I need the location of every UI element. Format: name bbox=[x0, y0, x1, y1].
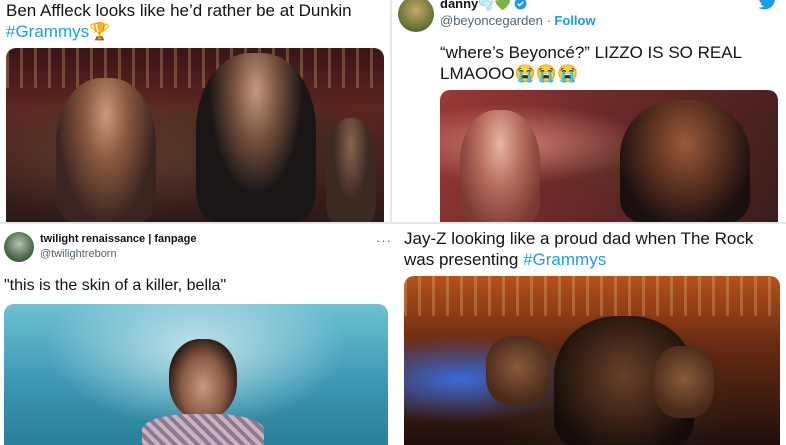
display-name-text: danny bbox=[440, 0, 479, 11]
figure-fist-left bbox=[486, 336, 550, 406]
figure-left bbox=[460, 110, 540, 222]
avatar[interactable] bbox=[4, 232, 34, 262]
tweet-media-image[interactable] bbox=[6, 48, 384, 222]
twitter-bird-icon[interactable] bbox=[758, 0, 778, 10]
name-emoji: 🫧💚 bbox=[478, 0, 511, 11]
tweet-card-4[interactable]: Jay-Z looking like a proud dad when The … bbox=[394, 224, 786, 445]
figure-torso bbox=[142, 414, 264, 445]
separator-dot: · bbox=[546, 13, 551, 28]
tweet-text: Jay-Z looking like a proud dad when The … bbox=[404, 228, 780, 270]
tweet-media-image[interactable] bbox=[440, 90, 778, 222]
figure-fist-right bbox=[654, 346, 714, 418]
tweet-card-3[interactable]: twilight renaissance | fanpage @twilight… bbox=[0, 224, 392, 445]
user-handle[interactable]: @beyoncegarden bbox=[440, 13, 543, 28]
tweet-text: “where’s Beyoncé?” LIZZO IS SO REAL LMAO… bbox=[440, 43, 742, 83]
handle-line: @beyoncegarden · Follow bbox=[440, 13, 596, 28]
user-handle[interactable]: @twilightreborn bbox=[40, 248, 117, 260]
more-options-icon[interactable]: ··· bbox=[376, 233, 392, 248]
follow-button[interactable]: Follow bbox=[554, 13, 595, 28]
tweet-media-image[interactable] bbox=[4, 304, 388, 445]
hashtag-link[interactable]: #Grammys bbox=[6, 22, 89, 41]
figure-left bbox=[56, 78, 156, 222]
stage-lights bbox=[404, 276, 780, 316]
hashtag-link[interactable]: #Grammys bbox=[523, 250, 606, 269]
tweet-text: Ben Affleck looks like he’d rather be at… bbox=[6, 0, 386, 42]
tweet-media-image[interactable] bbox=[404, 276, 780, 445]
tweet-card-1[interactable]: Ben Affleck looks like he’d rather be at… bbox=[0, 0, 390, 222]
display-name[interactable]: twilight renaissance | fanpage bbox=[40, 233, 197, 245]
figure-main bbox=[620, 100, 750, 222]
figure-right bbox=[196, 53, 316, 222]
tweet-body: Ben Affleck looks like he’d rather be at… bbox=[6, 1, 352, 20]
verified-badge-icon bbox=[514, 0, 527, 10]
figure-head bbox=[169, 339, 237, 419]
figure-background bbox=[326, 118, 376, 222]
tweet-card-2[interactable]: danny🫧💚 @beyoncegarden · Follow “where’s… bbox=[392, 0, 786, 222]
display-name[interactable]: danny🫧💚 bbox=[440, 0, 527, 12]
tweet-text: "this is the skin of a killer, bella" bbox=[4, 277, 227, 294]
avatar[interactable] bbox=[398, 0, 434, 32]
trophy-icon: 🏆 bbox=[89, 22, 111, 41]
stage-lights bbox=[6, 48, 384, 88]
